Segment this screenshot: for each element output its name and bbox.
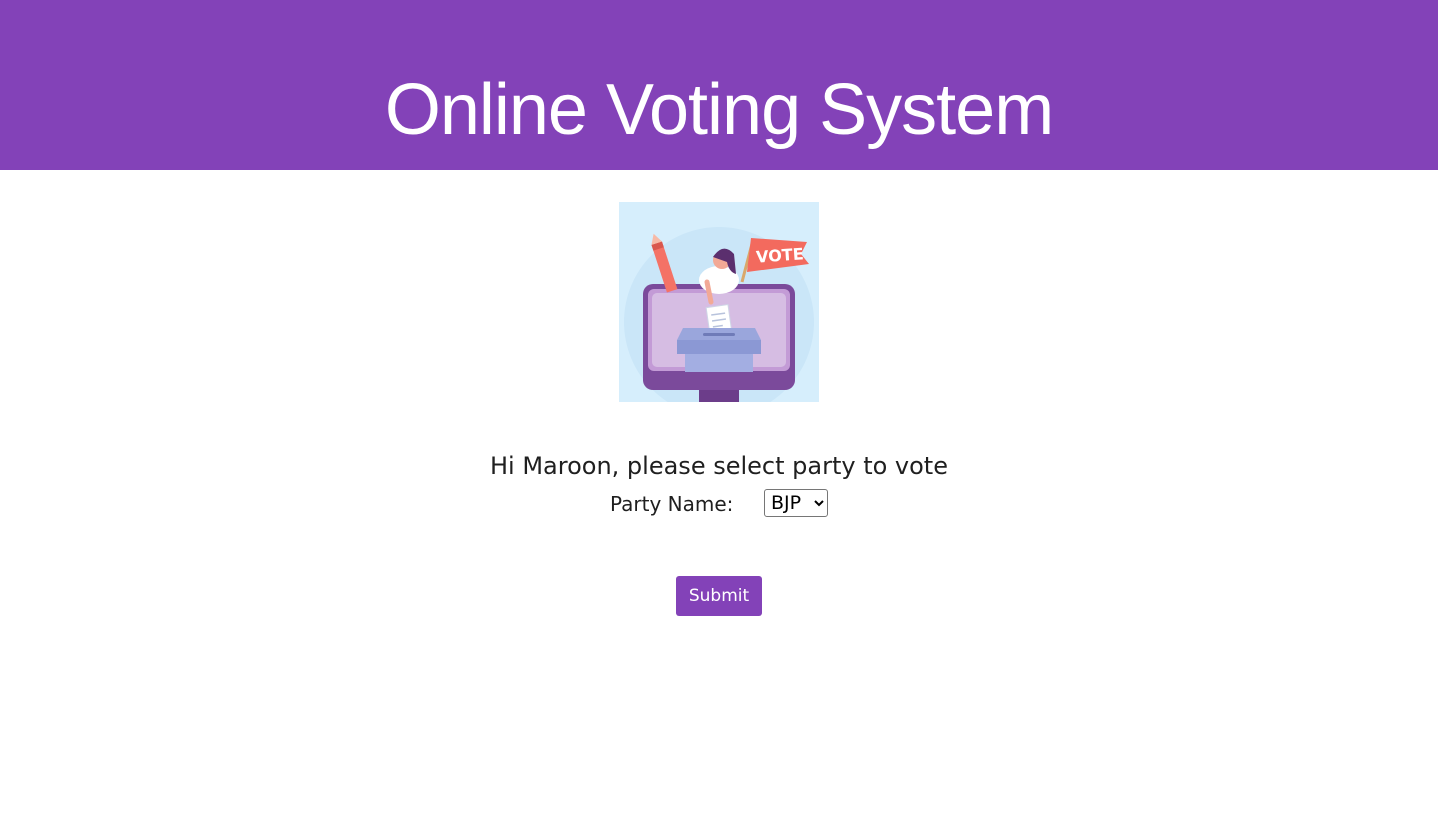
page-title: Online Voting System <box>384 70 1054 150</box>
page-header: Online Voting System <box>0 0 1438 170</box>
flag-text: VOTE <box>755 244 804 266</box>
vote-illustration: VOTE <box>619 202 819 402</box>
party-select[interactable]: BJP <box>764 489 828 517</box>
vote-greeting: Hi Maroon, please select party to vote <box>490 452 948 480</box>
submit-button[interactable]: Submit <box>676 576 762 616</box>
party-name-label: Party Name: <box>610 492 734 516</box>
party-field-row: Party Name: BJP <box>0 488 1438 520</box>
